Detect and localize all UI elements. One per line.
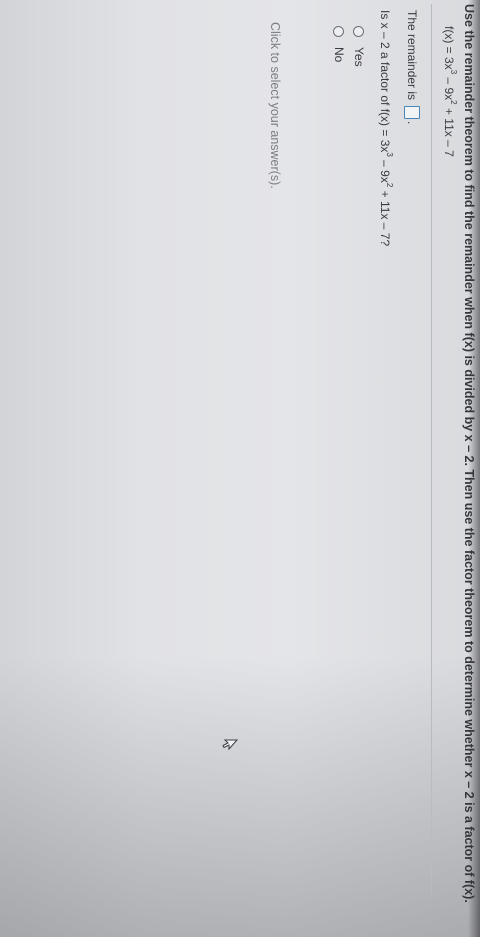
remainder-question: The remainder is . bbox=[404, 10, 420, 124]
function-mid: – 9x bbox=[442, 74, 456, 101]
factor-question: Is x – 2 a factor of f(x) = 3x3 – 9x2 + … bbox=[378, 10, 394, 247]
function-lhs: f(x) = 3x bbox=[442, 26, 456, 70]
function-definition: f(x) = 3x3 – 9x2 + 11x – 7 bbox=[442, 26, 458, 157]
question-panel: Use the remainder theorem to find the re… bbox=[8, 0, 478, 910]
factor-prompt-start: Is x – 2 a factor of f(x) = 3x bbox=[378, 10, 392, 153]
factor-prompt-end: + 11x – 7? bbox=[378, 187, 392, 247]
factor-prompt-mid: – 9x bbox=[378, 156, 392, 183]
section-divider bbox=[431, 4, 432, 894]
function-rhs: + 11x – 7 bbox=[442, 104, 456, 157]
remainder-answer-input[interactable] bbox=[404, 106, 420, 120]
hint-text: Click to select your answer(s). bbox=[268, 22, 282, 189]
radio-no[interactable] bbox=[333, 26, 345, 37]
option-yes[interactable]: Yes bbox=[352, 26, 366, 67]
option-no[interactable]: No bbox=[332, 26, 346, 62]
radio-yes[interactable] bbox=[353, 26, 365, 37]
mouse-pointer-icon bbox=[222, 739, 238, 751]
option-yes-label: Yes bbox=[352, 47, 366, 67]
option-no-label: No bbox=[332, 47, 346, 63]
question-instruction: Use the remainder theorem to find the re… bbox=[462, 4, 476, 903]
remainder-prompt: The remainder is bbox=[405, 10, 419, 101]
remainder-suffix: . bbox=[405, 121, 419, 125]
